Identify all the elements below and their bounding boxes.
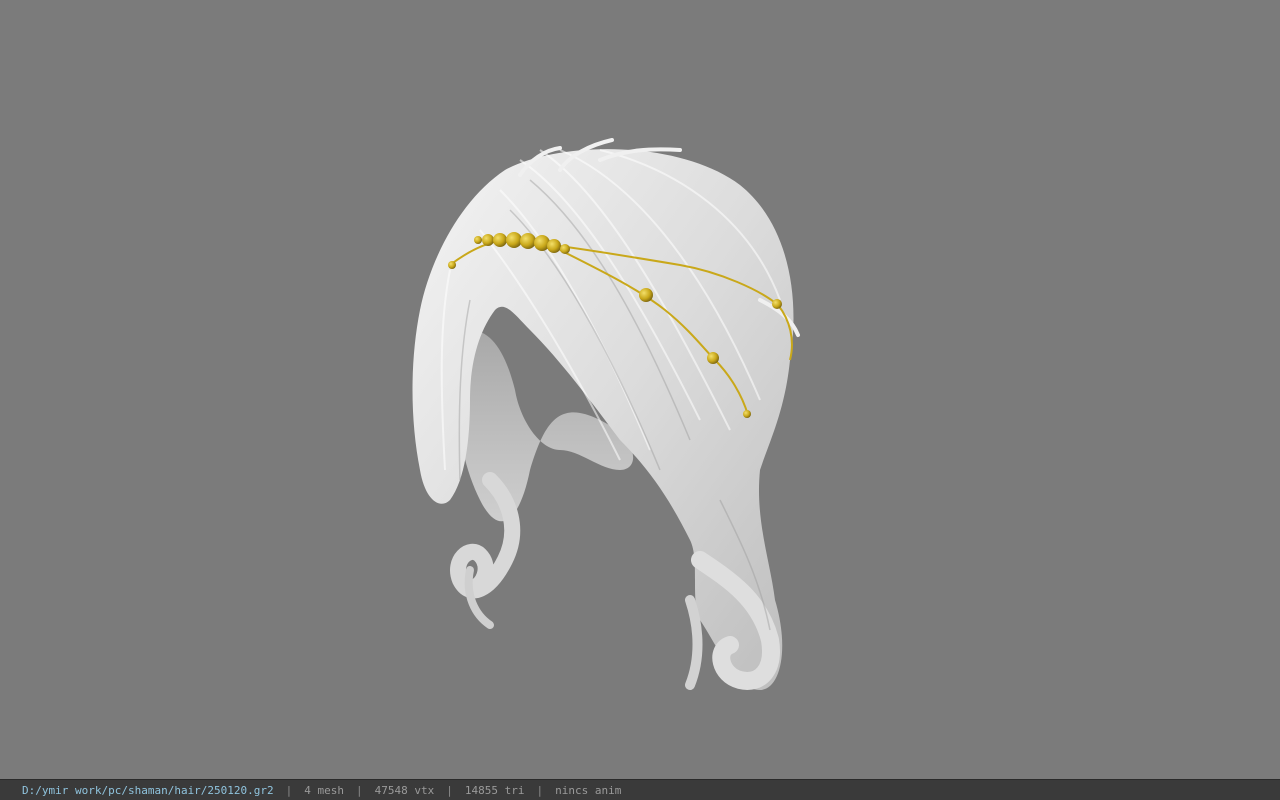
hair-model-render[interactable]	[0, 0, 1280, 779]
separator: |	[356, 783, 363, 797]
file-path-label: D:/ymir work/pc/shaman/hair/250120.gr2	[22, 783, 274, 797]
separator: |	[536, 783, 544, 797]
status-bar: D:/ymir work/pc/shaman/hair/250120.gr2 |…	[0, 779, 1280, 800]
separator: |	[446, 783, 453, 797]
3d-viewport[interactable]	[0, 0, 1280, 779]
triangle-count-label: 14855 tri	[464, 783, 525, 797]
separator: |	[285, 783, 293, 797]
mesh-count-label: 4 mesh	[304, 783, 345, 797]
animation-status-label: nincs anim	[555, 783, 622, 797]
vertex-count-label: 47548 vtx	[374, 783, 435, 797]
